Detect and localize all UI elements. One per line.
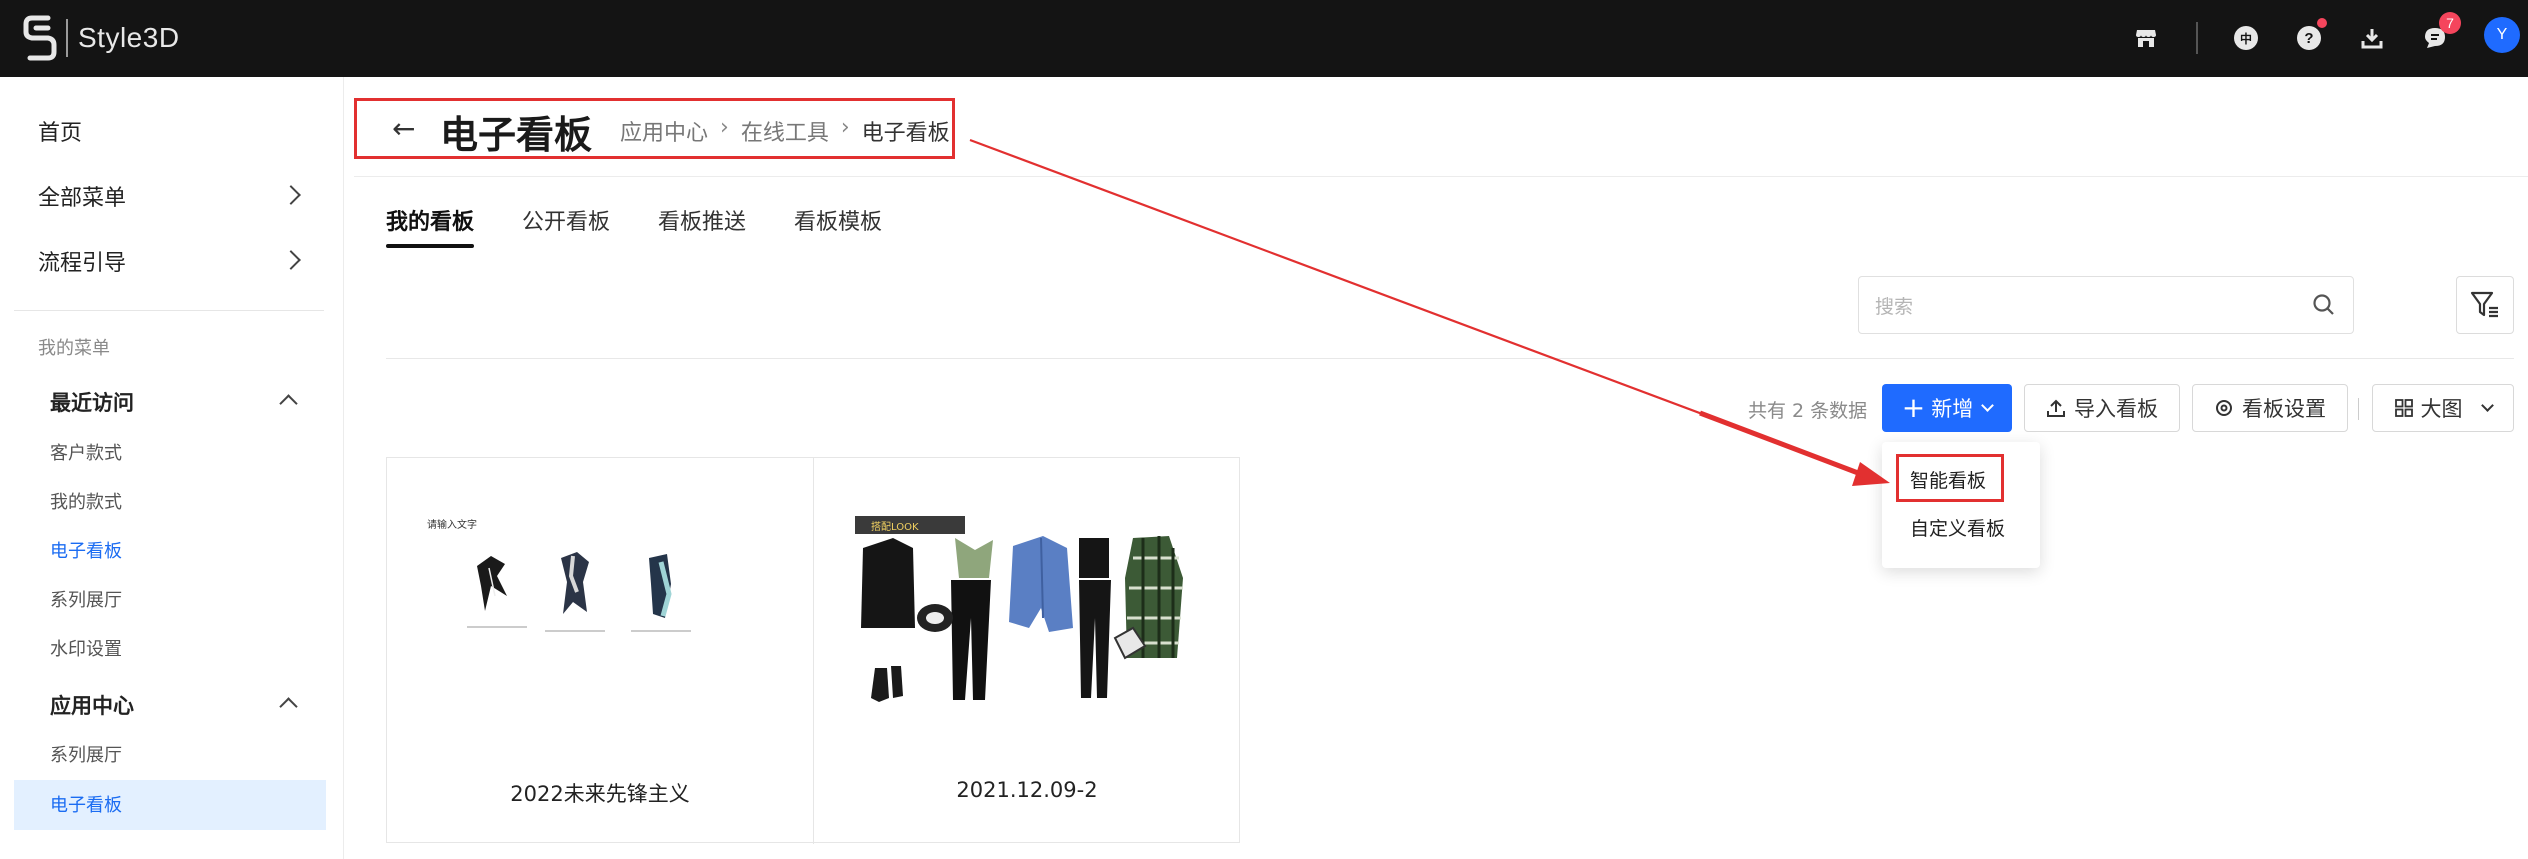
chevron-right-icon [281,185,301,205]
annotation-highlight-box [1896,454,2004,502]
sidebar: 首页 全部菜单 流程引导 我的菜单 最近访问 客户款式 我的款式 电子看板 系列… [0,77,344,859]
chevron-down-icon [2480,399,2494,412]
view-mode-select[interactable]: 大图 [2372,384,2514,432]
tab-board-templates[interactable]: 看板模板 [794,204,882,236]
import-board-label: 导入看板 [2074,397,2158,421]
plus-icon: + [1901,391,1926,424]
tab-public-boards[interactable]: 公开看板 [522,204,610,236]
message-count-badge: 7 [2439,12,2461,34]
sidebar-divider [14,310,324,311]
app-logo[interactable]: Style3D [22,12,180,64]
tab-board-push[interactable]: 看板推送 [658,204,746,236]
sidebar-item-all-menu[interactable]: 全部菜单 [38,180,126,212]
sidebar-item-my-styles[interactable]: 我的款式 [50,488,122,514]
sidebar-item-showroom[interactable]: 系列展厅 [50,586,122,612]
import-board-button[interactable]: 导入看板 [2024,384,2180,432]
search-placeholder: 搜索 [1875,296,1914,318]
annotation-highlight-box [354,98,955,159]
chevron-up-icon[interactable] [279,697,298,716]
add-button-label: 新增 [1931,397,1974,421]
help-icon[interactable]: ? [2293,18,2327,54]
garment-illustration-icon [467,552,691,632]
sidebar-item-e-board-active[interactable]: 电子看板 [50,791,122,817]
topbar-divider [2196,22,2198,54]
board-title[interactable]: 2022未来先锋主义 [387,778,813,808]
sidebar-item-showroom[interactable]: 系列展厅 [50,741,122,767]
search-icon[interactable] [2311,292,2337,318]
search-input[interactable]: 搜索 [1858,276,2354,334]
top-bar: Style3D 中 ? 7 Y [0,0,2528,77]
board-thumbnail[interactable]: 搭配LOOK [853,516,1213,718]
toolbar-divider [2358,398,2359,420]
board-settings-button[interactable]: 看板设置 [2192,384,2348,432]
add-button[interactable]: + 新增 [1882,384,2012,432]
chevron-down-icon [1981,399,1995,412]
logo-separator [66,19,68,57]
language-icon[interactable]: 中 [2230,22,2262,54]
gear-icon [2216,400,2232,416]
grid-icon [2394,399,2413,417]
outfit-collage-icon [861,536,1183,702]
view-mode-label: 大图 [2420,397,2463,421]
upload-icon [2047,399,2065,417]
sidebar-item-home[interactable]: 首页 [38,115,82,147]
download-icon[interactable] [2356,22,2388,54]
sidebar-item-flow-guide[interactable]: 流程引导 [38,245,126,277]
language-label: 中 [2234,26,2258,50]
store-icon[interactable] [2130,22,2162,54]
tab-bar: 我的看板 公开看板 看板推送 看板模板 [386,204,930,248]
sidebar-group-app-center[interactable]: 应用中心 [50,690,134,720]
board-settings-label: 看板设置 [2242,397,2326,421]
board-thumbnail[interactable]: 请输入文字 [417,516,777,716]
sidebar-item-customer-styles[interactable]: 客户款式 [50,439,122,465]
sidebar-item-watermark[interactable]: 水印设置 [50,635,122,661]
notification-dot [2317,18,2327,28]
menu-item-custom-board[interactable]: 自定义看板 [1910,514,2005,541]
header-divider [354,176,2528,177]
add-dropdown-menu: 智能看板 自定义看板 [1882,442,2040,568]
sidebar-item-e-board[interactable]: 电子看板 [50,537,122,563]
filter-icon [2470,291,2498,318]
chevron-right-icon [281,250,301,270]
sidebar-group-recent[interactable]: 最近访问 [50,387,134,417]
filter-button[interactable] [2456,276,2514,334]
help-label: ? [2297,26,2321,50]
style3d-logo-icon [23,15,57,61]
chevron-up-icon[interactable] [279,394,298,413]
message-icon[interactable]: 7 [2419,12,2461,54]
user-avatar[interactable]: Y [2484,17,2520,53]
board-card-grid: 请输入文字 2022未来先锋主义 搭配LOOK 2021.12.09-2 [386,457,1240,844]
board-title[interactable]: 2021.12.09-2 [814,778,1240,802]
record-count: 共有 2 条数据 [1748,400,1868,422]
content-divider [386,358,2514,359]
app-name: Style3D [78,22,180,53]
tab-my-boards[interactable]: 我的看板 [386,204,475,248]
sidebar-section-label: 我的菜单 [38,338,110,359]
